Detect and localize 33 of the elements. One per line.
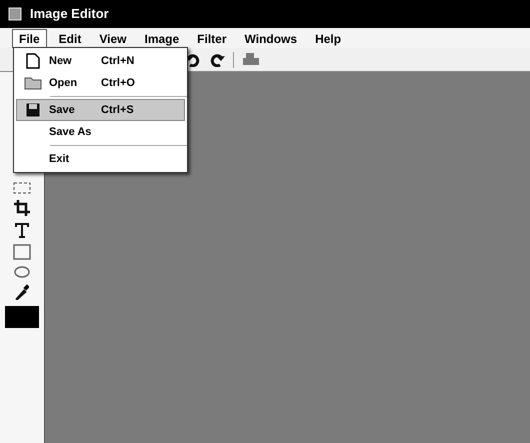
text-tool-icon[interactable] — [14, 222, 30, 238]
ellipse-icon[interactable] — [14, 266, 30, 278]
shortcut-label: Ctrl+O — [101, 76, 135, 91]
menu-item[interactable]: Help — [309, 29, 348, 48]
shortcut-label: Ctrl+N — [101, 54, 134, 69]
dashed-selection-icon[interactable] — [13, 182, 31, 194]
menu-entry[interactable]: Save As — [16, 121, 185, 143]
menu-entry-label: Exit — [49, 152, 70, 167]
menu-entry[interactable]: Save Ctrl+S — [16, 99, 185, 121]
menu-entry[interactable]: Exit — [16, 148, 185, 170]
crop-icon[interactable] — [14, 200, 30, 216]
menu-entry-label: Open — [49, 76, 78, 91]
menu-item[interactable]: File — [12, 29, 47, 48]
color-swatch[interactable] — [5, 306, 39, 328]
menu-entry-label: New — [49, 54, 73, 69]
redo-icon[interactable] — [209, 52, 225, 66]
menu-item[interactable]: View — [93, 29, 132, 48]
undo-icon[interactable] — [185, 52, 201, 66]
rectangle-icon[interactable] — [13, 244, 31, 260]
menu-item[interactable]: Windows — [238, 29, 304, 48]
app-icon — [8, 7, 22, 21]
menu-entry[interactable]: Open Ctrl+O — [16, 72, 185, 94]
folder-icon — [24, 76, 42, 90]
menu-item[interactable]: Image — [138, 29, 186, 48]
menu-item[interactable]: Edit — [52, 29, 88, 48]
menu-item[interactable]: Filter — [191, 29, 233, 48]
window-title: Image Editor — [30, 5, 109, 24]
menu-entry-label: Save As — [49, 124, 92, 140]
shortcut-label: Ctrl+S — [101, 102, 134, 118]
menu-entry[interactable]: New Ctrl+N — [16, 50, 185, 72]
blank-page-icon — [26, 53, 40, 69]
menu-entry-label: Save — [49, 102, 76, 118]
eyedropper-icon[interactable] — [15, 284, 29, 300]
